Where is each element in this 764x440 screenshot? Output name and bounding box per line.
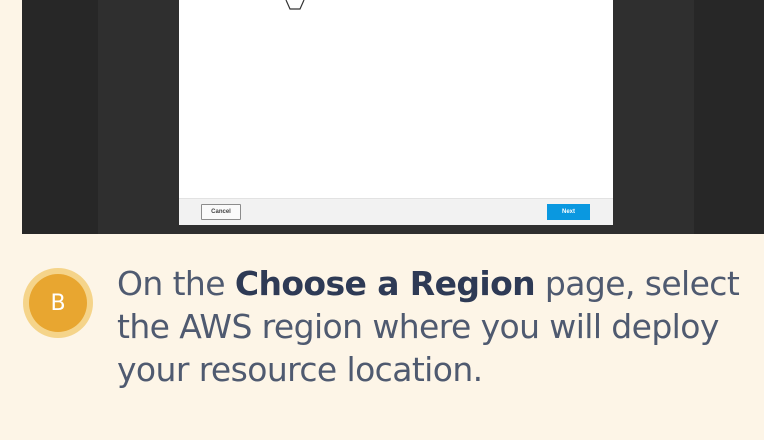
step-letter: B xyxy=(29,274,87,332)
screenshot-frame: Cancel Next xyxy=(22,0,764,234)
background-panel-right xyxy=(694,0,764,234)
instruction-text: On the Choose a Region page, select the … xyxy=(117,262,757,391)
step-badge: B xyxy=(23,268,93,338)
background-panel-left xyxy=(22,0,98,234)
choose-region-dialog: Cancel Next xyxy=(179,0,613,225)
instruction-page-name: Choose a Region xyxy=(234,264,536,303)
hexagon-icon xyxy=(285,0,305,10)
instruction-text-before: On the xyxy=(117,264,235,303)
next-button[interactable]: Next xyxy=(547,204,590,220)
cancel-button[interactable]: Cancel xyxy=(201,204,241,220)
dialog-footer: Cancel Next xyxy=(179,198,613,225)
